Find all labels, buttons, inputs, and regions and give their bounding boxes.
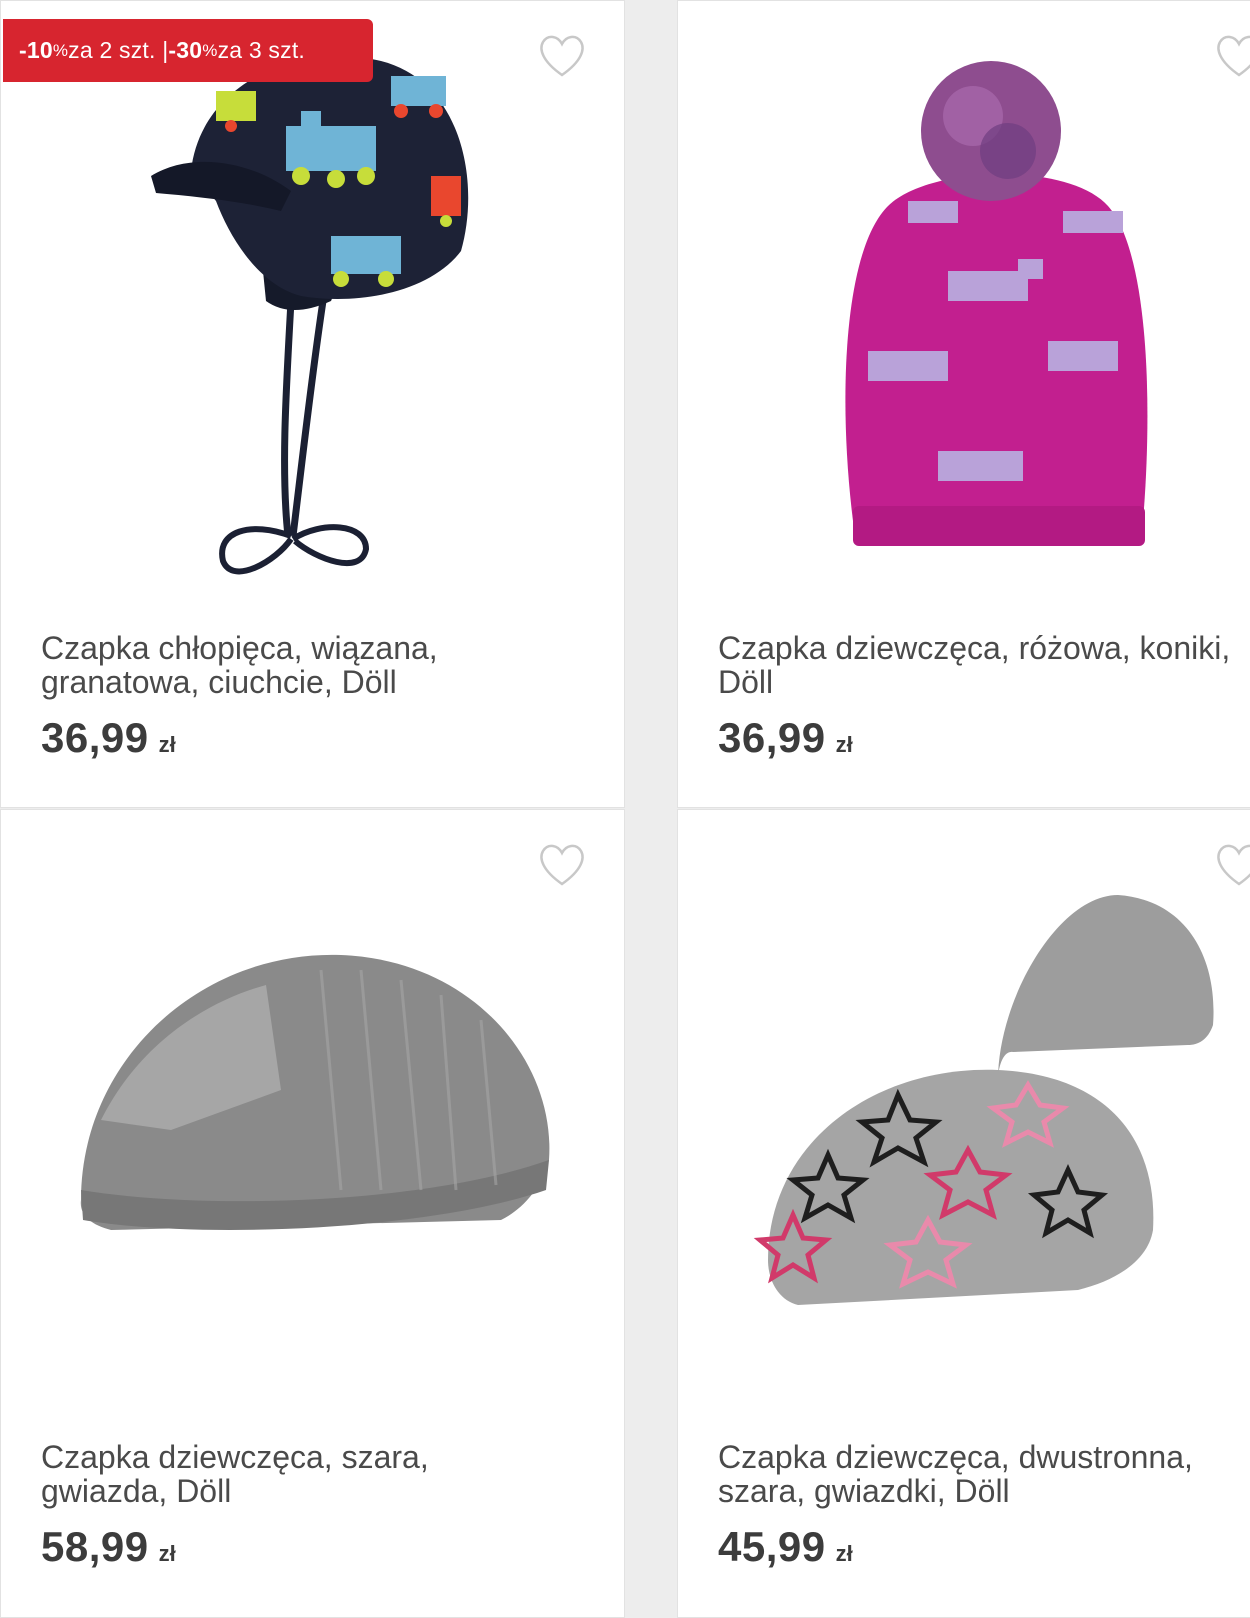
product-title[interactable]: Czapka dziewczęca, szara, gwiazda, Döll: [41, 1440, 601, 1508]
product-price: 36,99 zł: [718, 714, 853, 761]
product-image-navy-train-hat[interactable]: [1, 1, 624, 601]
product-card[interactable]: Czapka dziewczęca, szara, gwiazda, Döll 5…: [0, 809, 625, 1618]
product-title[interactable]: Czapka dziewczęca, różowa, koniki, Döll: [718, 631, 1250, 699]
product-price: 58,99 zł: [41, 1523, 176, 1570]
product-title[interactable]: Czapka chłopięca, wiązana, granatowa, ciu…: [41, 631, 601, 699]
favorite-heart-icon[interactable]: [537, 842, 587, 888]
product-price: 36,99 zł: [41, 714, 176, 761]
product-card[interactable]: -10% za 2 szt. | -30% za 3 szt. Czapka c…: [0, 0, 625, 808]
promo-badge: -10% za 2 szt. | -30% za 3 szt.: [3, 19, 373, 82]
favorite-heart-icon[interactable]: [1214, 33, 1250, 79]
product-price: 45,99 zł: [718, 1523, 853, 1570]
product-image-grey-star-beanie[interactable]: [1, 810, 624, 1410]
product-title[interactable]: Czapka dziewczęca, dwustronna, szara, gwi…: [718, 1440, 1250, 1508]
favorite-heart-icon[interactable]: [1214, 842, 1250, 888]
product-image-pink-horse-hat[interactable]: [678, 1, 1250, 601]
favorite-heart-icon[interactable]: [537, 33, 587, 79]
product-card[interactable]: Czapka dziewczęca, różowa, koniki, Döll 3…: [677, 0, 1250, 808]
product-card[interactable]: Czapka dziewczęca, dwustronna, szara, gwi…: [677, 809, 1250, 1618]
product-image-grey-stars-reversible-hat[interactable]: [678, 810, 1250, 1410]
